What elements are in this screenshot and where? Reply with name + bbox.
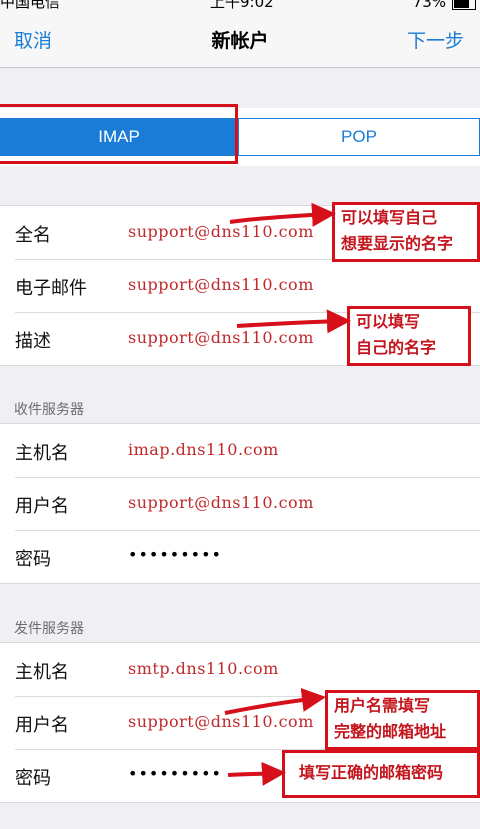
annotation-note-1-line-2: 想要显示的名字 [341, 234, 454, 253]
outgoing-server-header: 发件服务器 [14, 621, 84, 637]
outgoing-password-field[interactable]: ••••••••• [128, 764, 222, 783]
annotation-note-3-line-2: 完整的邮箱地址 [334, 722, 447, 741]
status-bar: 中国电信 上午9:02 73% [0, 0, 480, 12]
incoming-password-row[interactable]: 密码 ••••••••• [0, 530, 480, 583]
annotation-note-password: 填写正确的邮箱密码 [282, 750, 480, 798]
email-field[interactable]: support@dns110.com [128, 275, 314, 294]
annotation-note-3-line-1: 用户名需填写 [334, 696, 431, 715]
battery-icon [452, 0, 476, 10]
outgoing-host-field[interactable]: smtp.dns110.com [128, 659, 279, 678]
description-field[interactable]: support@dns110.com [128, 328, 314, 347]
incoming-user-row[interactable]: 用户名 support@dns110.com [0, 477, 480, 530]
incoming-host-row[interactable]: 主机名 imap.dns110.com [0, 424, 480, 477]
clock-label: 上午9:02 [210, 0, 274, 11]
annotation-note-display-name: 可以填写自己 想要显示的名字 [332, 202, 480, 262]
battery-indicator: 73% [412, 0, 476, 11]
outgoing-user-field[interactable]: support@dns110.com [128, 712, 314, 731]
incoming-host-field[interactable]: imap.dns110.com [128, 440, 279, 459]
annotation-note-1-line-1: 可以填写自己 [341, 208, 438, 227]
annotation-note-username: 用户名需填写 完整的邮箱地址 [325, 690, 480, 750]
segment-pop[interactable]: POP [239, 119, 479, 155]
imap-highlight-box [0, 104, 238, 164]
battery-percent: 73% [412, 0, 446, 11]
annotation-note-description: 可以填写 自己的名字 [347, 306, 471, 366]
incoming-user-field[interactable]: support@dns110.com [128, 493, 314, 512]
email-label: 电子邮件 [15, 278, 87, 299]
description-label: 描述 [15, 331, 51, 352]
incoming-password-field[interactable]: ••••••••• [128, 545, 222, 564]
outgoing-host-label: 主机名 [15, 662, 69, 683]
annotation-note-2-line-2: 自己的名字 [356, 338, 437, 357]
carrier-label: 中国电信 [0, 0, 61, 11]
annotation-note-4-text: 填写正确的邮箱密码 [299, 763, 444, 782]
incoming-server-header: 收件服务器 [14, 402, 84, 418]
incoming-server-group: 主机名 imap.dns110.com 用户名 support@dns110.c… [0, 423, 480, 584]
incoming-password-label: 密码 [15, 549, 51, 570]
annotation-note-2-line-1: 可以填写 [356, 312, 421, 331]
full-name-label: 全名 [15, 225, 51, 246]
email-row[interactable]: 电子邮件 support@dns110.com [0, 259, 480, 312]
incoming-host-label: 主机名 [15, 443, 69, 464]
incoming-user-label: 用户名 [15, 496, 69, 517]
next-button[interactable]: 下一步 [407, 26, 464, 53]
outgoing-host-row[interactable]: 主机名 smtp.dns110.com [0, 643, 480, 696]
navigation-bar: 取消 新帐户 下一步 [0, 12, 480, 68]
outgoing-password-label: 密码 [15, 768, 51, 789]
outgoing-user-label: 用户名 [15, 715, 69, 736]
full-name-field[interactable]: support@dns110.com [128, 222, 314, 241]
